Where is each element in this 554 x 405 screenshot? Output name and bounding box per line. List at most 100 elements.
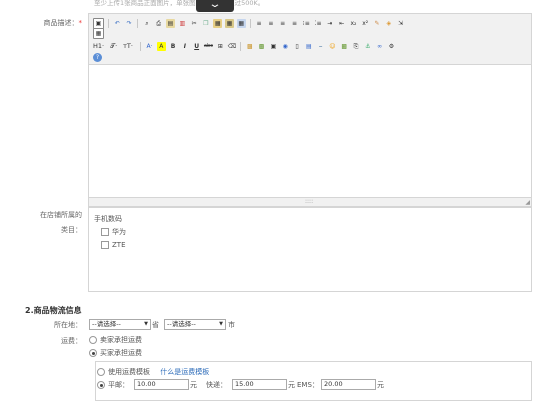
- radio-button[interactable]: [89, 336, 97, 344]
- category-option-zte[interactable]: ZTE: [101, 241, 126, 249]
- paste-icon[interactable]: ▦: [213, 18, 223, 28]
- ems-input[interactable]: 20.00: [321, 379, 376, 390]
- align-center-icon[interactable]: ≡: [266, 19, 275, 28]
- superscript-icon[interactable]: x²: [361, 19, 370, 28]
- preview-icon[interactable]: ⌕: [142, 19, 151, 28]
- line-height-icon[interactable]: ⊞: [216, 42, 225, 51]
- link-icon[interactable]: ∞: [375, 42, 384, 51]
- freight-label: 运费：: [61, 337, 82, 345]
- ordered-list-icon[interactable]: ⁝≡: [302, 19, 311, 28]
- italic-icon[interactable]: I: [180, 42, 189, 51]
- dropdown-arrow-icon: ▼: [219, 321, 223, 327]
- category-label: 在店铺所属的 类目：: [20, 210, 82, 235]
- toolbar-separator: [139, 41, 141, 51]
- category-option-label: 华为: [112, 228, 126, 236]
- remove-format-icon[interactable]: ⌫: [228, 42, 237, 51]
- category-label-line1: 在店铺所属的: [40, 211, 82, 219]
- insert-table-icon[interactable]: ▤: [304, 42, 313, 51]
- city-unit: 市: [228, 321, 235, 329]
- code-icon[interactable]: ▥: [178, 19, 187, 28]
- map-icon[interactable]: ▩: [340, 42, 349, 51]
- required-mark: *: [78, 19, 83, 27]
- align-right-icon[interactable]: ≡: [278, 19, 287, 28]
- description-label-text: 商品描述：: [43, 19, 79, 27]
- radio-button[interactable]: [89, 349, 97, 357]
- ems-label: EMS：: [297, 381, 319, 389]
- undo-icon[interactable]: ↶: [113, 19, 122, 28]
- page-break-icon[interactable]: ⎘: [352, 42, 361, 51]
- province-unit: 省: [152, 321, 159, 329]
- image-icon[interactable]: ▩: [245, 42, 254, 51]
- buyer-pays-label: 买家承担运费: [100, 349, 142, 357]
- collapse-toggle-button[interactable]: ⌄: [196, 0, 234, 12]
- clear-format-icon[interactable]: ✎: [373, 19, 382, 28]
- help-icon[interactable]: ?: [93, 52, 102, 62]
- font-color-icon[interactable]: A·: [145, 42, 154, 51]
- toolbar-separator: [249, 18, 251, 28]
- paste-word-icon[interactable]: ▦: [236, 18, 246, 28]
- seller-pays-label: 卖家承担运费: [100, 336, 142, 344]
- unlink-icon[interactable]: ⚙: [387, 42, 396, 51]
- bold-icon[interactable]: B: [169, 42, 178, 51]
- redo-icon[interactable]: ↷: [125, 19, 134, 28]
- font-family-dropdown[interactable]: 𝒯·: [110, 42, 117, 51]
- align-left-icon[interactable]: ≡: [255, 19, 264, 28]
- select-all-icon[interactable]: ◈: [384, 19, 393, 28]
- heading-dropdown[interactable]: H1·: [93, 42, 104, 50]
- buyer-pays-option[interactable]: 买家承担运费: [89, 348, 142, 358]
- fullscreen-icon[interactable]: ⇲: [396, 19, 405, 28]
- media-icon[interactable]: ◉: [281, 42, 290, 51]
- outdent-icon[interactable]: ⇤: [337, 19, 346, 28]
- checkbox[interactable]: [101, 228, 109, 236]
- radio-button[interactable]: [97, 381, 105, 389]
- subscript-icon[interactable]: x₂: [349, 19, 358, 28]
- cut-icon[interactable]: ✂: [190, 19, 199, 28]
- editor-statusbar: :::: ◢: [89, 197, 531, 206]
- surface-mail-unit: 元: [190, 381, 197, 389]
- unordered-list-icon[interactable]: ⁚≡: [314, 19, 323, 28]
- highlight-color-icon[interactable]: A: [156, 41, 166, 51]
- category-option-huawei[interactable]: 华为: [101, 227, 126, 237]
- resize-corner-icon[interactable]: ◢: [525, 199, 530, 206]
- print-icon[interactable]: ⎙: [154, 19, 163, 28]
- toolbar-row-2-wrap: ?: [93, 51, 105, 63]
- seller-pays-option[interactable]: 卖家承担运费: [89, 335, 142, 345]
- editor-toolbar: ▣ ↶ ↷ ⌕ ⎙ ▤ ▥ ✂ ❐ ▦ ▦ ▦ ≡ ≡ ≡ ≡ ⁝≡ ⁚≡ ⇥ …: [89, 14, 531, 65]
- underline-icon[interactable]: U: [192, 42, 201, 51]
- flash-icon[interactable]: ▣: [269, 42, 278, 51]
- horizontal-rule-icon[interactable]: ⎯: [316, 42, 325, 51]
- align-justify-icon[interactable]: ≡: [290, 19, 299, 28]
- city-select-value: --请选择--: [167, 320, 196, 328]
- paste-text-icon[interactable]: ▦: [224, 18, 234, 28]
- express-unit: 元: [288, 381, 295, 389]
- dropdown-arrow-icon: ▼: [144, 321, 148, 327]
- template-icon[interactable]: ▤: [165, 18, 175, 28]
- emoticon-icon[interactable]: ☺: [328, 42, 337, 51]
- city-select[interactable]: --请选择-- ▼: [164, 319, 226, 330]
- checkbox[interactable]: [101, 241, 109, 249]
- express-label: 快递：: [206, 381, 227, 389]
- category-label-line2: 类目：: [61, 226, 82, 234]
- strikethrough-icon[interactable]: abc: [204, 42, 213, 51]
- file-icon[interactable]: ▯: [293, 42, 302, 51]
- rich-text-editor: ▣ ↶ ↷ ⌕ ⎙ ▤ ▥ ✂ ❐ ▦ ▦ ▦ ≡ ≡ ≡ ≡ ⁝≡ ⁚≡ ⇥ …: [88, 13, 532, 207]
- description-label: 商品描述：*: [20, 18, 83, 28]
- location-label: 所在地：: [54, 321, 82, 329]
- copy-icon[interactable]: ❐: [201, 19, 210, 28]
- anchor-icon[interactable]: ⚓: [363, 42, 372, 51]
- section-title-logistics: 2.商品物流信息: [25, 306, 82, 315]
- editor-content-area[interactable]: [89, 65, 531, 197]
- template-help-link[interactable]: 什么是运费模板: [160, 368, 209, 376]
- resize-grip-icon[interactable]: ::::: [305, 198, 313, 205]
- express-input[interactable]: 15.00: [232, 379, 287, 390]
- font-size-dropdown[interactable]: тT·: [123, 42, 133, 50]
- indent-icon[interactable]: ⇥: [325, 19, 334, 28]
- shipping-options-box: 使用运费模板 什么是运费模板 平邮： 10.00 元 快递： 15.00 元 E…: [95, 361, 532, 401]
- table-icon[interactable]: ▦: [93, 27, 104, 39]
- use-template-option[interactable]: 使用运费模板 什么是运费模板: [97, 367, 209, 377]
- multi-image-icon[interactable]: ▩: [257, 42, 266, 51]
- province-select[interactable]: --请选择-- ▼: [89, 319, 151, 330]
- radio-button[interactable]: [97, 368, 105, 376]
- custom-fee-option[interactable]: 平邮：: [97, 380, 129, 390]
- surface-mail-input[interactable]: 10.00: [134, 379, 189, 390]
